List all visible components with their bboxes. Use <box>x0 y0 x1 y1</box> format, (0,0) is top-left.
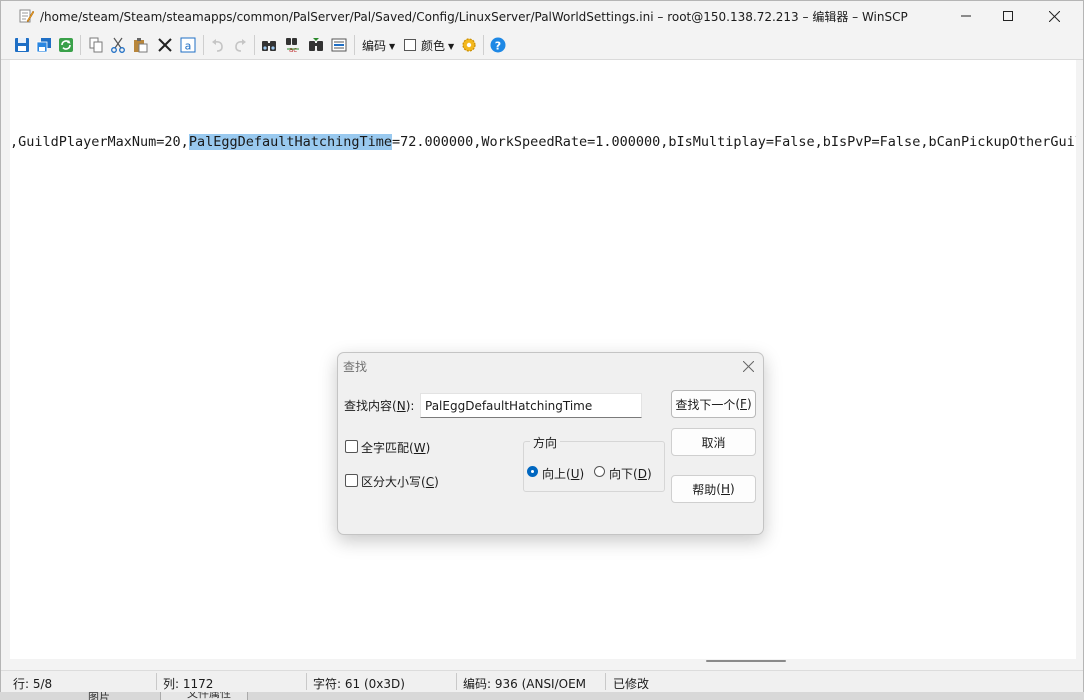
scrollbar-thumb[interactable] <box>706 660 786 662</box>
svg-text:?: ? <box>495 40 501 53</box>
status-modified: 已修改 <box>613 677 650 691</box>
undo-icon[interactable] <box>209 36 227 54</box>
encoding-dropdown[interactable]: 编码 ▼ <box>362 37 395 54</box>
direction-up-radio[interactable] <box>527 466 538 477</box>
status-separator <box>605 673 606 690</box>
toolbar: a ac 编码▼ 颜色▼ <box>1 31 1083 60</box>
toolbar-separator <box>254 35 255 55</box>
help-icon[interactable]: ? <box>489 36 507 54</box>
find-icon[interactable] <box>260 36 278 54</box>
cancel-button[interactable]: 取消 <box>671 428 756 456</box>
copy-icon[interactable] <box>87 36 105 54</box>
paste-icon[interactable] <box>131 36 149 54</box>
status-separator <box>306 673 307 690</box>
toolbar-separator <box>354 35 355 55</box>
replace-icon[interactable]: ac <box>284 36 302 54</box>
status-bar: 行: 5/8 列: 1172 字符: 61 (0x3D) 编码: 936 (AN… <box>1 670 1083 692</box>
cut-icon[interactable] <box>109 36 127 54</box>
toolbar-separator <box>80 35 81 55</box>
direction-up-label[interactable]: 向上(U) <box>542 465 584 482</box>
whole-word-label[interactable]: 全字匹配(W) <box>361 439 430 456</box>
color-dropdown[interactable]: 颜色 ▼ <box>421 37 454 54</box>
window-title: /home/steam/Steam/steamapps/common/PalSe… <box>40 10 908 24</box>
match-case-label[interactable]: 区分大小写(C) <box>361 473 439 490</box>
direction-label: 方向 <box>530 434 561 451</box>
editor-app-icon <box>18 8 35 24</box>
toolbar-separator <box>203 35 204 55</box>
find-next-icon[interactable] <box>307 36 325 54</box>
find-what-input[interactable] <box>420 393 642 418</box>
close-icon <box>742 360 754 372</box>
color-checkbox[interactable] <box>404 39 416 51</box>
color-dropdown-label: 颜色 <box>421 39 446 53</box>
save-all-icon[interactable] <box>35 36 53 54</box>
chevron-down-icon: ▼ <box>389 42 396 51</box>
redo-icon[interactable] <box>231 36 249 54</box>
reload-icon[interactable] <box>57 36 75 54</box>
direction-down-radio[interactable] <box>594 466 605 477</box>
background-tab: 文件属性 <box>160 692 248 700</box>
close-button[interactable] <box>1031 1 1077 31</box>
help-button[interactable]: 帮助(H) <box>671 475 756 503</box>
match-case-checkbox[interactable] <box>345 474 358 487</box>
select-all-icon[interactable]: a <box>179 36 197 54</box>
status-separator <box>456 673 457 690</box>
chevron-down-icon: ▼ <box>448 42 455 51</box>
dialog-title: 查找 <box>343 360 368 374</box>
toolbar-separator <box>483 35 484 55</box>
preferences-gear-icon[interactable] <box>460 36 478 54</box>
status-separator <box>156 673 157 690</box>
find-next-button[interactable]: 查找下一个(F) <box>671 390 756 418</box>
svg-text:a: a <box>185 40 192 53</box>
encoding-dropdown-label: 编码 <box>362 39 387 53</box>
delete-icon[interactable] <box>156 36 174 54</box>
status-char: 字符: 61 (0x3D) <box>313 677 405 691</box>
text-after-selection: =72.000000,WorkSpeedRate=1.000000,bIsMul… <box>392 134 1076 150</box>
status-line: 行: 5/8 <box>13 677 53 691</box>
title-bar: /home/steam/Steam/steamapps/common/PalSe… <box>1 1 1083 31</box>
goto-line-icon[interactable] <box>330 36 348 54</box>
whole-word-checkbox[interactable] <box>345 440 358 453</box>
background-tab: 图片 <box>88 692 110 700</box>
selected-text: PalEggDefaultHatchingTime <box>188 134 393 150</box>
horizontal-scrollbar[interactable] <box>10 659 1076 670</box>
editor-text-line: ,GuildPlayerMaxNum=20,PalEggDefaultHatch… <box>10 134 1076 150</box>
editor-window: /home/steam/Steam/steamapps/common/PalSe… <box>0 0 1084 692</box>
dialog-close-button[interactable] <box>739 357 757 375</box>
status-encoding: 编码: 936 (ANSI/OEM <box>463 677 587 691</box>
text-before-selection: ,GuildPlayerMaxNum=20, <box>10 134 189 150</box>
direction-down-label[interactable]: 向下(D) <box>609 465 652 482</box>
status-column: 列: 1172 <box>163 677 214 691</box>
find-dialog: 查找 查找内容(N): 查找下一个(F) 取消 帮助(H) 全字匹配(W) 区分… <box>337 352 764 535</box>
minimize-button[interactable] <box>943 1 989 31</box>
find-what-label: 查找内容(N): <box>344 399 415 413</box>
maximize-button[interactable] <box>985 1 1031 31</box>
save-icon[interactable] <box>13 36 31 54</box>
